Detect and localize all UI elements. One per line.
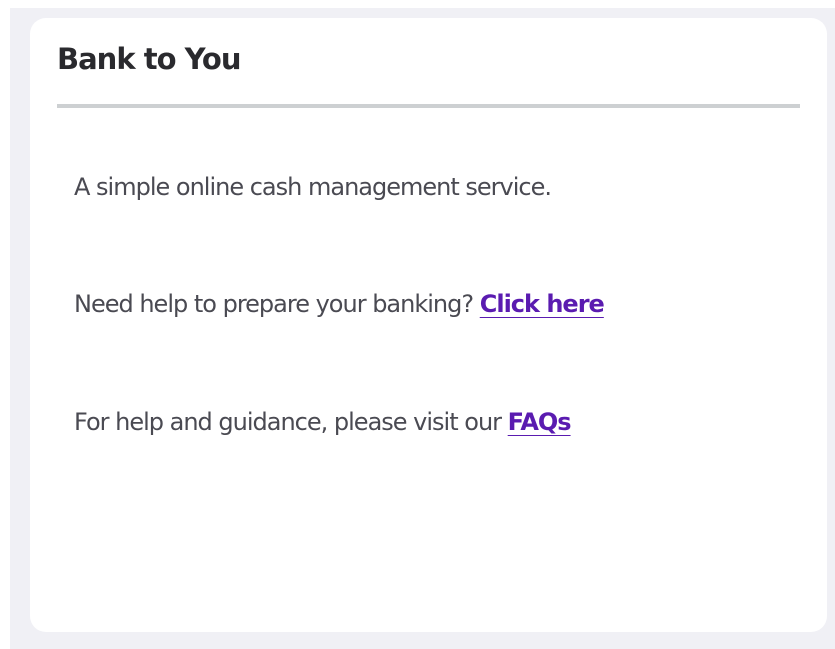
service-description: A simple online cash management service. (74, 173, 552, 201)
guidance-prompt-line: For help and guidance, please visit our … (74, 408, 572, 436)
help-prompt-line: Need help to prepare your banking? Click… (74, 290, 605, 318)
click-here-link[interactable]: Click here (480, 290, 605, 318)
guidance-prompt-text: For help and guidance, please visit our (74, 408, 502, 436)
faqs-link[interactable]: FAQs (508, 408, 572, 436)
help-prompt-text: Need help to prepare your banking? (74, 290, 474, 318)
title-divider (57, 104, 800, 108)
bank-to-you-card: Bank to You A simple online cash managem… (30, 18, 827, 632)
card-title: Bank to You (57, 42, 241, 76)
